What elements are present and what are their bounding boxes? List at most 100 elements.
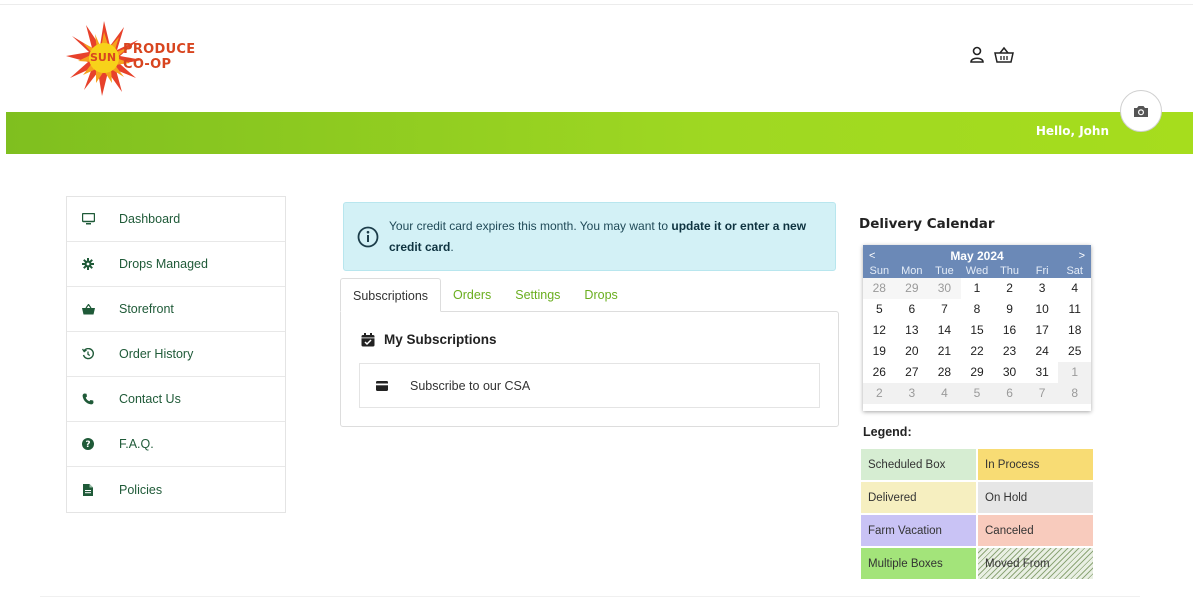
calendar-day[interactable]: 2 <box>993 278 1026 299</box>
calendar-next-button[interactable]: > <box>1079 250 1085 262</box>
sidebar-item-faq[interactable]: ? F.A.Q. <box>67 422 285 467</box>
calendar-day-outside[interactable]: 4 <box>928 383 961 404</box>
tab-settings[interactable]: Settings <box>503 278 572 312</box>
sidebar-item-label: Order History <box>119 347 194 361</box>
sidebar-item-policies[interactable]: Policies <box>67 467 285 512</box>
calendar-day[interactable]: 23 <box>993 341 1026 362</box>
calendar-day[interactable]: 14 <box>928 320 961 341</box>
calendar-day[interactable]: 8 <box>961 299 994 320</box>
weekday-label: Fri <box>1035 265 1049 277</box>
header-band <box>6 112 1193 154</box>
calendar-day[interactable]: 17 <box>1026 320 1059 341</box>
calendar-day[interactable]: 27 <box>896 362 929 383</box>
logo-line-1: PRODUCE <box>123 42 196 57</box>
calendar-day[interactable]: 26 <box>863 362 896 383</box>
calendar-day[interactable]: 30 <box>993 362 1026 383</box>
sidebar-item-label: Drops Managed <box>119 257 208 271</box>
calendar-day[interactable]: 31 <box>1026 362 1059 383</box>
sidebar-item-label: Contact Us <box>119 392 181 406</box>
sidebar-item-storefront[interactable]: Storefront <box>67 287 285 332</box>
tab-orders[interactable]: Orders <box>441 278 503 312</box>
phone-icon <box>81 392 95 406</box>
calendar-day-outside[interactable]: 28 <box>863 278 896 299</box>
calendar-day[interactable]: 7 <box>928 299 961 320</box>
calendar-day[interactable]: 18 <box>1058 320 1091 341</box>
calendar-day[interactable]: 4 <box>1058 278 1091 299</box>
subscribe-csa-label: Subscribe to our CSA <box>410 378 531 393</box>
calendar-day-outside[interactable]: 6 <box>993 383 1026 404</box>
credit-card-icon <box>376 380 388 391</box>
panel-title: My Subscriptions <box>361 332 497 347</box>
sidebar-item-label: Policies <box>119 482 163 497</box>
sidebar-nav: Dashboard Drops Managed Storefront Order… <box>66 196 286 513</box>
legend-item: In Process <box>977 448 1094 481</box>
logo-text: PRODUCE CO-OP <box>123 42 195 72</box>
history-icon <box>81 347 95 361</box>
legend-item: Moved From <box>977 547 1094 580</box>
calendar-day[interactable]: 1 <box>961 278 994 299</box>
gear-icon <box>81 257 95 271</box>
calendar-day-outside[interactable]: 7 <box>1025 383 1059 404</box>
legend-item: On Hold <box>977 481 1094 514</box>
calendar-day-outside[interactable]: 3 <box>895 383 929 404</box>
calendar-day-outside[interactable]: 29 <box>895 278 929 299</box>
calendar-day[interactable]: 9 <box>993 299 1026 320</box>
weekday-label: Tue <box>935 265 954 277</box>
calendar-day[interactable]: 24 <box>1026 341 1059 362</box>
credit-card-alert: Your credit card expires this month. You… <box>343 202 836 271</box>
alert-text: Your credit card expires this month. You… <box>389 218 672 233</box>
sidebar-item-label: F.A.Q. <box>119 437 154 451</box>
logo-badge: SUN <box>90 51 117 64</box>
calendar-day[interactable]: 19 <box>863 341 896 362</box>
tab-bar: Subscriptions Orders Settings Drops <box>340 278 630 312</box>
question-icon: ? <box>81 437 95 451</box>
calendar-day-outside[interactable]: 30 <box>928 278 961 299</box>
basket-icon[interactable] <box>994 46 1014 66</box>
calendar-day[interactable]: 5 <box>863 299 896 320</box>
calendar-day[interactable]: 12 <box>863 320 896 341</box>
calendar-day[interactable]: 25 <box>1058 341 1091 362</box>
sidebar-item-order-history[interactable]: Order History <box>67 332 285 377</box>
calendar-day-outside[interactable]: 2 <box>863 383 896 404</box>
calendar-day[interactable]: 15 <box>961 320 994 341</box>
tab-drops[interactable]: Drops <box>572 278 629 312</box>
calendar-day-outside[interactable]: 8 <box>1058 383 1091 404</box>
legend-title: Legend: <box>863 425 912 439</box>
alert-message: Your credit card expires this month. You… <box>389 216 819 258</box>
calendar-day[interactable]: 11 <box>1058 299 1091 320</box>
greeting: Hello, John <box>1035 124 1109 138</box>
calendar-day-outside[interactable]: 5 <box>960 383 994 404</box>
calendar-prev-button[interactable]: < <box>869 250 875 262</box>
weekday-label: Sat <box>1066 265 1083 277</box>
calendar-legend: Scheduled Box In Process Delivered On Hold F… <box>860 448 1094 580</box>
svg-text:?: ? <box>85 440 90 450</box>
sidebar-item-label: Storefront <box>119 302 174 316</box>
calendar-day[interactable]: 6 <box>896 299 929 320</box>
calendar-day[interactable]: 10 <box>1026 299 1059 320</box>
calendar-check-icon <box>361 332 375 346</box>
calendar-day[interactable]: 20 <box>896 341 929 362</box>
panel-title-text: My Subscriptions <box>384 332 497 347</box>
calendar-day-outside[interactable]: 1 <box>1058 362 1091 383</box>
calendar-day[interactable]: 13 <box>896 320 929 341</box>
sidebar-item-contact-us[interactable]: Contact Us <box>67 377 285 422</box>
legend-item: Farm Vacation <box>860 514 977 547</box>
file-icon <box>81 483 95 497</box>
calendar-day[interactable]: 21 <box>928 341 961 362</box>
calendar-days: 28 29 30 1 2 3 4 5 6 7 8 9 10 11 12 13 14 15 16 17 18 19 20 21 2… <box>863 278 1091 404</box>
calendar-day[interactable]: 3 <box>1026 278 1059 299</box>
camera-icon <box>1134 106 1148 117</box>
desktop-icon <box>81 212 95 226</box>
tab-subscriptions[interactable]: Subscriptions <box>340 278 442 312</box>
calendar-day[interactable]: 16 <box>993 320 1026 341</box>
subscribe-csa-item[interactable]: Subscribe to our CSA <box>359 363 820 408</box>
user-icon[interactable] <box>969 46 989 66</box>
calendar-day[interactable]: 29 <box>961 362 994 383</box>
weekday-label: Mon <box>901 265 923 277</box>
sidebar-item-dashboard[interactable]: Dashboard <box>67 197 285 242</box>
calendar-day[interactable]: 22 <box>961 341 994 362</box>
sidebar-item-drops-managed[interactable]: Drops Managed <box>67 242 285 287</box>
camera-button[interactable] <box>1120 90 1162 132</box>
legend-item: Delivered <box>860 481 977 514</box>
calendar-day[interactable]: 28 <box>928 362 961 383</box>
